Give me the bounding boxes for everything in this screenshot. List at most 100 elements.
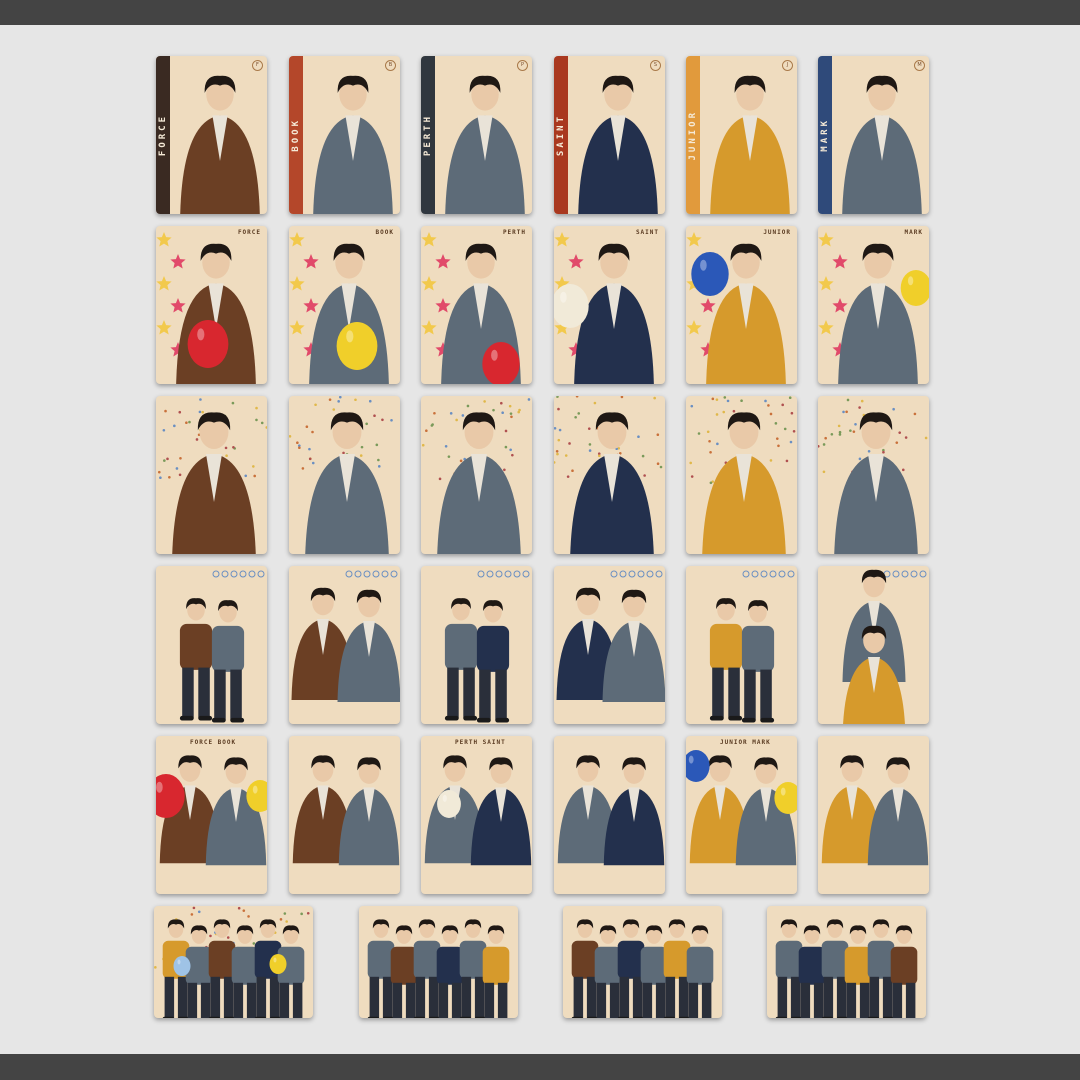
- star-icon: [289, 320, 305, 335]
- person-figure: [179, 598, 213, 721]
- balloon-card-perth: PERTH: [421, 226, 532, 384]
- person-figure: [313, 75, 393, 214]
- pair-card-1: [156, 566, 267, 724]
- profile-card-saint: SAINT S: [554, 56, 665, 214]
- star-icon: [832, 254, 848, 269]
- balloon: [336, 322, 378, 370]
- confetti-card-mark: [818, 396, 929, 554]
- star-icon: [156, 232, 172, 247]
- initial-badge: F: [252, 60, 263, 71]
- person-figure: [709, 598, 743, 721]
- person-figure: [208, 919, 236, 1018]
- name-stripe: FORCE: [156, 56, 170, 214]
- person-figure: [834, 412, 918, 554]
- confetti-card-force: [156, 396, 267, 554]
- star-icon: [832, 298, 848, 313]
- person-figure: [838, 243, 918, 384]
- initial-badge: P: [517, 60, 528, 71]
- pair-balloon-card-1: FORCE BOOK: [156, 736, 267, 894]
- balloon: [437, 790, 461, 818]
- person-figure: [640, 925, 668, 1018]
- person-figure: [578, 75, 658, 214]
- person-figure: [482, 925, 510, 1018]
- person-figure: [867, 919, 895, 1018]
- confetti-card-saint: [554, 396, 665, 554]
- person-figure: [741, 600, 775, 723]
- group-card-1: [154, 906, 313, 1018]
- pair-balloon-card-4: [554, 736, 665, 894]
- balloon-card-mark: MARK: [818, 226, 929, 384]
- person-figure: [185, 925, 213, 1018]
- person-figure: [842, 75, 922, 214]
- initial-badge: B: [385, 60, 396, 71]
- person-figure: [172, 412, 256, 554]
- person-figure: [337, 589, 400, 702]
- member-name: SAINT: [556, 113, 566, 157]
- pair-balloon-card-3: PERTH SAINT: [421, 736, 532, 894]
- star-icon: [303, 254, 319, 269]
- star-icon: [170, 254, 186, 269]
- person-figure: [180, 75, 260, 214]
- name-stripe: MARK: [818, 56, 832, 214]
- pair-balloon-card-2: [289, 736, 400, 894]
- pair-card-5: [686, 566, 797, 724]
- person-figure: [390, 925, 418, 1018]
- star-icon: [818, 320, 834, 335]
- profile-card-junior: JUNIOR J: [686, 56, 797, 214]
- star-icon: [156, 320, 172, 335]
- name-stripe: SAINT: [554, 56, 568, 214]
- person-figure: [338, 757, 400, 866]
- confetti-card-perth: [421, 396, 532, 554]
- person-figure: [367, 919, 395, 1018]
- pair-name: FORCE BOOK: [190, 739, 237, 746]
- star-icon: [818, 276, 834, 291]
- balloon-card-force: FORCE: [156, 226, 267, 384]
- person-figure: [702, 412, 786, 554]
- person-figure: [603, 757, 665, 866]
- star-icon: [421, 232, 437, 247]
- person-figure: [867, 757, 929, 866]
- star-icon: [686, 320, 702, 335]
- person-figure: [437, 412, 521, 554]
- person-figure: [663, 919, 691, 1018]
- balloon: [482, 342, 520, 384]
- group-card-3: [563, 906, 722, 1018]
- initial-badge: J: [782, 60, 793, 71]
- person-figure: [570, 412, 654, 554]
- member-name: BOOK: [291, 118, 301, 152]
- photocard-grid: FORCE F BOOK B PERTH P SAINT S JUNIOR J MARK M FORCE…: [0, 0, 1080, 1080]
- member-name: JUNIOR: [688, 109, 698, 161]
- star-icon: [421, 276, 437, 291]
- group-card-2: [359, 906, 518, 1018]
- profile-card-force: FORCE F: [156, 56, 267, 214]
- initial-badge: M: [914, 60, 925, 71]
- balloon-card-saint: SAINT: [554, 226, 665, 384]
- person-figure: [459, 919, 487, 1018]
- pair-balloon-card-5: JUNIOR MARK: [686, 736, 797, 894]
- member-name: PERTH: [502, 229, 526, 236]
- balloon: [173, 956, 191, 976]
- person-figure: [710, 75, 790, 214]
- person-figure: [686, 925, 714, 1018]
- name-stripe: PERTH: [421, 56, 435, 214]
- person-figure: [890, 925, 918, 1018]
- balloon-card-book: BOOK: [289, 226, 400, 384]
- member-name: SAINT: [635, 229, 659, 236]
- person-figure: [844, 925, 872, 1018]
- pair-name: JUNIOR MARK: [720, 739, 771, 746]
- star-icon: [554, 232, 570, 247]
- pair-name: PERTH SAINT: [455, 739, 506, 746]
- confetti-card-junior: [686, 396, 797, 554]
- person-figure: [470, 757, 532, 866]
- balloon: [900, 270, 929, 306]
- person-figure: [305, 412, 389, 554]
- name-stripe: BOOK: [289, 56, 303, 214]
- star-icon: [421, 320, 437, 335]
- person-figure: [211, 600, 245, 723]
- person-figure: [445, 75, 525, 214]
- balloon: [691, 252, 729, 296]
- confetti-card-book: [289, 396, 400, 554]
- star-icon: [289, 276, 305, 291]
- group-card-4: [767, 906, 926, 1018]
- profile-card-book: BOOK B: [289, 56, 400, 214]
